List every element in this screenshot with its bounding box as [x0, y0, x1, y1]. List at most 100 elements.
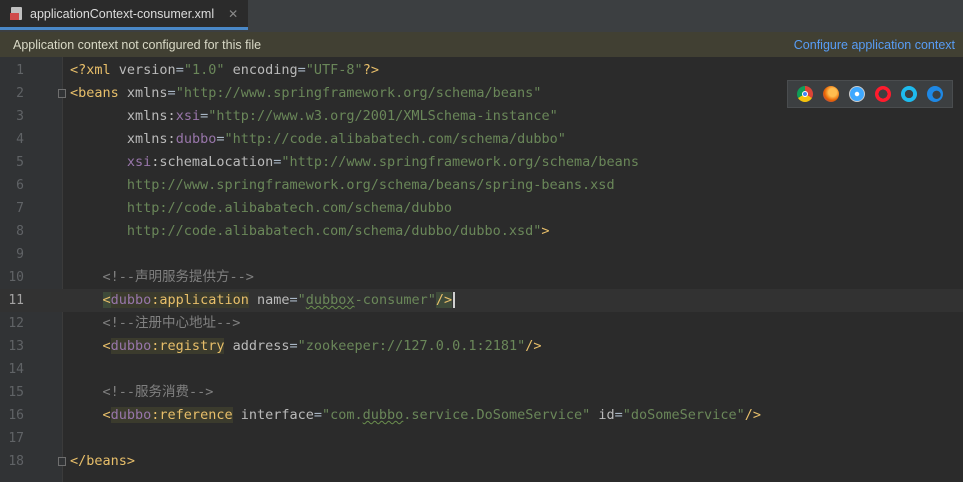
- tab-label: applicationContext-consumer.xml: [30, 6, 215, 21]
- code-line[interactable]: 16 <dubbo:reference interface="com.dubbo…: [0, 404, 963, 427]
- code-token: =: [297, 62, 306, 78]
- code-token: http://code.alibabatech.com/schema/dubbo…: [126, 223, 542, 239]
- code-line[interactable]: 18 </beans>: [0, 450, 963, 473]
- code-line[interactable]: 3 xmlns:xsi="http://www.w3.org/2001/XMLS…: [0, 105, 963, 128]
- opera-icon[interactable]: [875, 86, 891, 102]
- code-token: interface: [240, 407, 314, 423]
- code-text: <!--服务消费-->: [70, 381, 214, 404]
- code-line[interactable]: 9: [0, 243, 963, 266]
- tab-applicationcontext-consumer[interactable]: applicationContext-consumer.xml ✕: [0, 0, 248, 30]
- code-token: <: [102, 292, 111, 308]
- code-line[interactable]: 17: [0, 427, 963, 450]
- text-caret: [453, 292, 456, 308]
- code-token: "com.: [322, 407, 363, 423]
- code-token: :reference: [151, 407, 233, 423]
- code-token: <!--服务消费-->: [102, 384, 214, 400]
- line-number: 3: [16, 109, 24, 124]
- code-token: <!--注册中心地址-->: [102, 315, 241, 331]
- code-token: <?xml: [70, 62, 119, 78]
- code-token: http://www.springframework.org/schema/be…: [126, 177, 615, 193]
- code-line[interactable]: 13 <dubbo:registry address="zookeeper://…: [0, 335, 963, 358]
- code-token: xmlns:: [126, 131, 176, 147]
- safari-icon[interactable]: [849, 86, 865, 102]
- edge-icon[interactable]: [927, 86, 943, 102]
- code-editor[interactable]: 1 <?xml version="1.0" encoding="UTF-8"?> 2…: [0, 59, 963, 473]
- code-token: />: [435, 292, 453, 308]
- line-number: 2: [16, 86, 24, 101]
- code-token: =: [289, 292, 298, 308]
- line-number: 5: [16, 155, 24, 170]
- line-number: 10: [8, 270, 24, 285]
- code-token: =: [313, 407, 323, 423]
- code-token: />: [744, 407, 761, 423]
- code-line[interactable]: 14: [0, 358, 963, 381]
- code-text: xmlns:xsi="http://www.w3.org/2001/XMLSch…: [70, 105, 558, 128]
- code-token: dubbo: [110, 292, 152, 308]
- internet-explorer-icon[interactable]: [901, 86, 917, 102]
- code-token: "UTF-8": [305, 62, 363, 78]
- code-token: =: [289, 338, 298, 354]
- code-line[interactable]: 1 <?xml version="1.0" encoding="UTF-8"?>: [0, 59, 963, 82]
- code-text: </beans>: [70, 450, 135, 473]
- configure-application-context-link[interactable]: Configure application context: [794, 38, 955, 52]
- code-text: <!--声明服务提供方-->: [70, 266, 254, 289]
- code-token: dubbo: [175, 131, 217, 147]
- code-token: :registry: [151, 338, 225, 354]
- code-token: name: [256, 292, 290, 308]
- code-line[interactable]: 5 xsi:schemaLocation="http://www.springf…: [0, 151, 963, 174]
- code-token: encoding: [232, 62, 298, 78]
- code-line[interactable]: 7 http://code.alibabatech.com/schema/dub…: [0, 197, 963, 220]
- code-token: =: [200, 108, 209, 124]
- code-token: <: [102, 407, 111, 423]
- code-text: http://code.alibabatech.com/schema/dubbo…: [70, 220, 550, 243]
- notification-banner: Application context not configured for t…: [0, 32, 963, 57]
- close-icon[interactable]: ✕: [228, 7, 238, 21]
- code-text: <dubbo:application name="dubbox-consumer…: [70, 289, 456, 312]
- fold-icon[interactable]: [58, 457, 66, 466]
- code-text: <?xml version="1.0" encoding="UTF-8"?>: [70, 59, 379, 82]
- line-number: 13: [8, 339, 24, 354]
- code-token: <!--声明服务提供方-->: [102, 269, 254, 285]
- code-line[interactable]: 10 <!--声明服务提供方-->: [0, 266, 963, 289]
- code-token: dubbox: [305, 292, 355, 308]
- line-number: 8: [16, 224, 24, 239]
- code-token: "http://www.springframework.org/schema/b…: [281, 154, 639, 170]
- code-token: "http://www.springframework.org/schema/b…: [175, 85, 542, 101]
- line-number: 15: [8, 385, 24, 400]
- code-line[interactable]: 6 http://www.springframework.org/schema/…: [0, 174, 963, 197]
- code-token: ?>: [362, 62, 379, 78]
- editor-tab-bar: applicationContext-consumer.xml ✕: [0, 0, 963, 33]
- code-token: "http://www.w3.org/2001/XMLSchema-instan…: [208, 108, 558, 124]
- code-token: dubbo: [362, 407, 404, 423]
- line-number: 1: [16, 63, 24, 78]
- code-line[interactable]: 8 http://code.alibabatech.com/schema/dub…: [0, 220, 963, 243]
- code-line[interactable]: 11 <dubbo:application name="dubbox-consu…: [0, 289, 963, 312]
- code-token: address: [232, 338, 290, 354]
- browser-preview-toolbar: [787, 80, 953, 108]
- code-line[interactable]: 15 <!--服务消费-->: [0, 381, 963, 404]
- code-token: id: [598, 407, 615, 423]
- code-token: :schemaLocation: [151, 154, 274, 170]
- code-line[interactable]: 12 <!--注册中心地址-->: [0, 312, 963, 335]
- fold-icon[interactable]: [58, 89, 66, 98]
- code-token: -consumer": [354, 292, 436, 308]
- firefox-icon[interactable]: [823, 86, 839, 102]
- line-number: 17: [8, 431, 24, 446]
- code-token: <beans: [70, 85, 127, 101]
- code-token: "http://code.alibabatech.com/schema/dubb…: [224, 131, 566, 147]
- code-line[interactable]: 4 xmlns:dubbo="http://code.alibabatech.c…: [0, 128, 963, 151]
- line-number: 6: [16, 178, 24, 193]
- chrome-icon[interactable]: [797, 86, 813, 102]
- code-token: xsi: [126, 154, 152, 170]
